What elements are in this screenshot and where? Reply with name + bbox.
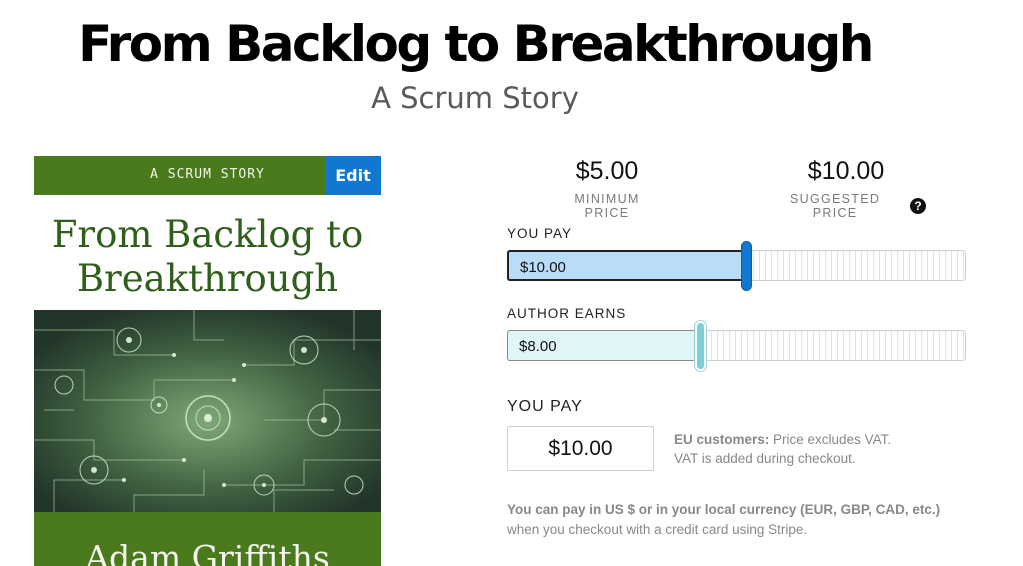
you-pay-slider[interactable]: $10.00: [507, 241, 966, 291]
book-cover: A SCRUM STORY Edit From Backlog to Break…: [34, 156, 381, 566]
suggested-price-caption: SUGGESTED PRICE ?: [766, 192, 926, 220]
vat-note-line2: VAT is added during checkout.: [674, 451, 856, 466]
cover-title: From Backlog to Breakthrough: [34, 213, 381, 301]
book-subtitle: A Scrum Story: [371, 81, 579, 115]
cover-title-area: From Backlog to Breakthrough: [34, 195, 381, 310]
author-earns-slider[interactable]: $8.00: [507, 321, 966, 371]
currency-note: You can pay in US $ or in your local cur…: [507, 500, 940, 540]
you-pay-slider-label: YOU PAY: [507, 226, 573, 241]
book-title: From Backlog to Breakthrough: [78, 15, 874, 73]
suggested-price-value: $10.00: [807, 157, 885, 185]
you-pay-slider-handle[interactable]: [741, 241, 752, 291]
currency-note-line2: when you checkout with a credit card usi…: [507, 522, 808, 537]
author-earns-slider-handle[interactable]: [695, 321, 706, 371]
vat-note-rest: Price excludes VAT.: [769, 432, 892, 447]
author-earns-slider-fill: $8.00: [507, 330, 700, 361]
cover-title-line2: Breakthrough: [76, 257, 339, 300]
minimum-price-label: MINIMUM PRICE: [574, 192, 640, 220]
cover-author-band: Adam Griffiths: [34, 512, 381, 566]
cover-author: Adam Griffiths: [85, 538, 330, 566]
minimum-price-caption: MINIMUM PRICE: [552, 192, 662, 220]
vat-note-bold: EU customers:: [674, 432, 770, 447]
you-pay-slider-fill: $10.00: [507, 250, 746, 281]
cover-circuit-artwork: [34, 310, 381, 512]
minimum-price: $5.00 MINIMUM PRICE: [552, 156, 662, 220]
vat-note: EU customers: Price excludes VAT. VAT is…: [674, 430, 891, 468]
cover-title-line1: From Backlog to: [51, 213, 364, 256]
author-earns-slider-label: AUTHOR EARNS: [507, 306, 627, 321]
edit-cover-button[interactable]: Edit: [325, 156, 381, 195]
you-pay-input-label: YOU PAY: [507, 398, 583, 415]
you-pay-slider-value: $10.00: [520, 259, 566, 276]
vat-note-line1: EU customers: Price excludes VAT.: [674, 430, 891, 449]
suggested-price-label: SUGGESTED PRICE: [789, 192, 881, 220]
suggested-price: $10.00 SUGGESTED PRICE ?: [766, 156, 926, 220]
you-pay-input[interactable]: [507, 426, 654, 471]
cover-top-band: A SCRUM STORY Edit: [34, 156, 381, 195]
currency-note-bold: You can pay in US $ or in your local cur…: [507, 502, 941, 517]
circuit-art-svg: [34, 310, 381, 512]
question-circle-icon[interactable]: ?: [910, 198, 926, 214]
minimum-price-value: $5.00: [575, 157, 639, 185]
author-earns-slider-value: $8.00: [519, 338, 557, 355]
